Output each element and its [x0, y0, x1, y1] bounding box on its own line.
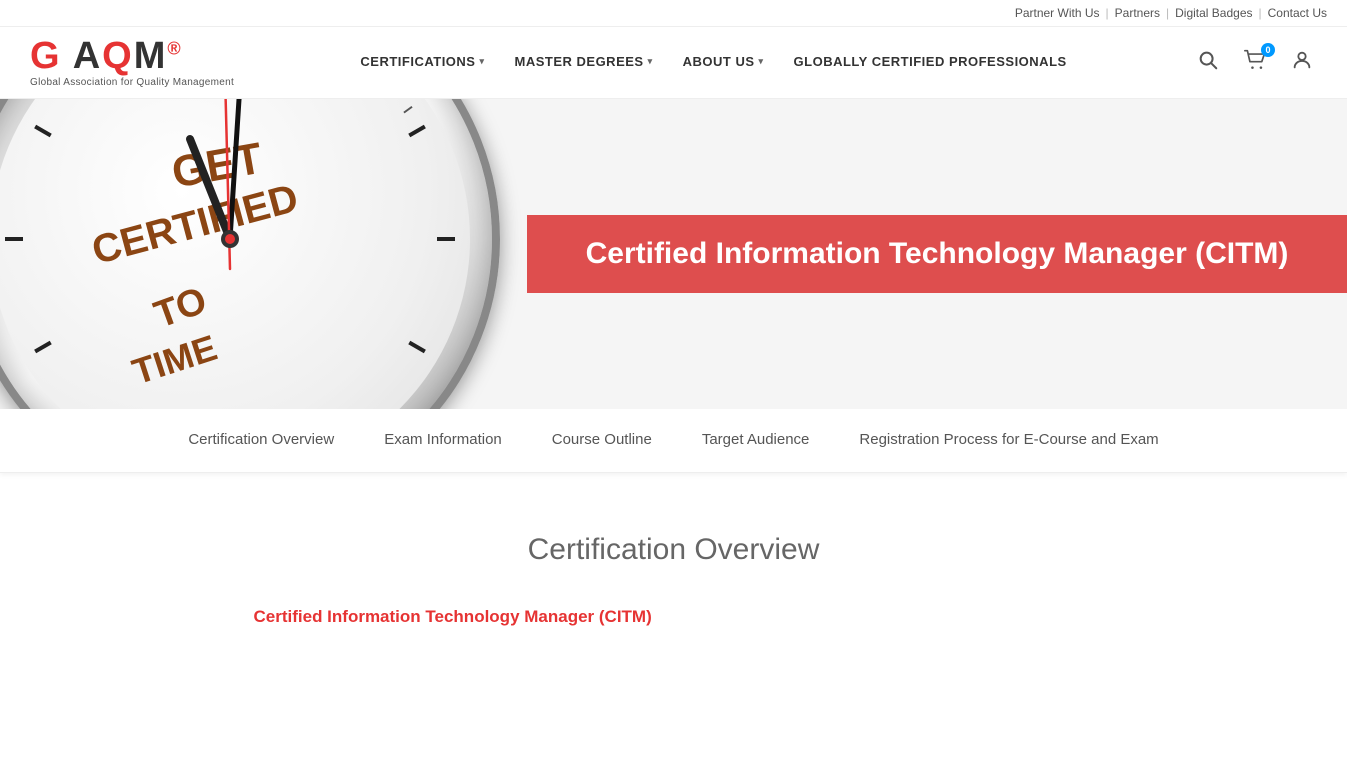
- logo-subtitle: Global Association for Quality Managemen…: [30, 77, 234, 88]
- logo-m: M: [134, 35, 168, 77]
- cart-button[interactable]: 0: [1239, 45, 1271, 81]
- nav-certifications[interactable]: CERTIFICATIONS ▾: [360, 49, 484, 77]
- tab-exam-information[interactable]: Exam Information: [384, 427, 502, 454]
- svg-text:TIME: TIME: [127, 327, 221, 393]
- logo-a1: A: [62, 35, 103, 77]
- tabs-navigation: Certification Overview Exam Information …: [0, 409, 1347, 473]
- separator-3: |: [1259, 6, 1262, 20]
- separator-2: |: [1166, 6, 1169, 20]
- section-title: Certification Overview: [254, 533, 1094, 567]
- logo-reg: ®: [167, 38, 182, 58]
- logo-g: G: [30, 35, 62, 77]
- separator-1: |: [1106, 6, 1109, 20]
- hero-title: Certified Information Technology Manager…: [586, 237, 1289, 271]
- tab-course-outline[interactable]: Course Outline: [552, 427, 652, 454]
- site-header: G AQM® Global Association for Quality Ma…: [0, 27, 1347, 99]
- main-nav: CERTIFICATIONS ▾ MASTER DEGREES ▾ ABOUT …: [360, 49, 1066, 77]
- user-account-button[interactable]: [1287, 45, 1317, 81]
- partner-with-us-link[interactable]: Partner With Us: [1015, 6, 1100, 20]
- nav-master-degrees[interactable]: MASTER DEGREES ▾: [515, 49, 653, 77]
- nav-about-us[interactable]: ABOUT US ▾: [683, 49, 764, 77]
- top-utility-bar: Partner With Us | Partners | Digital Bad…: [0, 0, 1347, 27]
- clock-face: GET CERTIFIED TO TIME: [0, 99, 470, 409]
- main-content: Certification Overview Certified Informa…: [224, 473, 1124, 667]
- logo-q: Q: [102, 35, 134, 77]
- partners-link[interactable]: Partners: [1115, 6, 1160, 20]
- tab-certification-overview[interactable]: Certification Overview: [188, 427, 334, 454]
- digital-badges-link[interactable]: Digital Badges: [1175, 6, 1252, 20]
- chevron-down-icon: ▾: [479, 56, 484, 67]
- hero-section: GET CERTIFIED TO TIME Certified Info: [0, 99, 1347, 409]
- hero-clock: GET CERTIFIED TO TIME: [0, 99, 500, 409]
- tab-target-audience[interactable]: Target Audience: [702, 427, 810, 454]
- logo-text: G AQM®: [30, 37, 183, 75]
- hero-title-banner: Certified Information Technology Manager…: [527, 215, 1347, 293]
- chevron-down-icon: ▾: [759, 56, 764, 67]
- chevron-down-icon: ▾: [648, 56, 653, 67]
- tab-registration-process[interactable]: Registration Process for E-Course and Ex…: [859, 427, 1158, 454]
- contact-us-link[interactable]: Contact Us: [1268, 6, 1327, 20]
- search-button[interactable]: [1193, 45, 1223, 81]
- certification-name-link[interactable]: Certified Information Technology Manager…: [254, 607, 652, 626]
- nav-globally-certified[interactable]: GLOBALLY CERTIFIED PROFESSIONALS: [794, 49, 1067, 77]
- clock-ticks: GET CERTIFIED TO TIME: [0, 99, 470, 409]
- cart-count-badge: 0: [1261, 43, 1275, 57]
- logo-area[interactable]: G AQM® Global Association for Quality Ma…: [30, 37, 234, 88]
- header-icons: 0: [1193, 45, 1317, 81]
